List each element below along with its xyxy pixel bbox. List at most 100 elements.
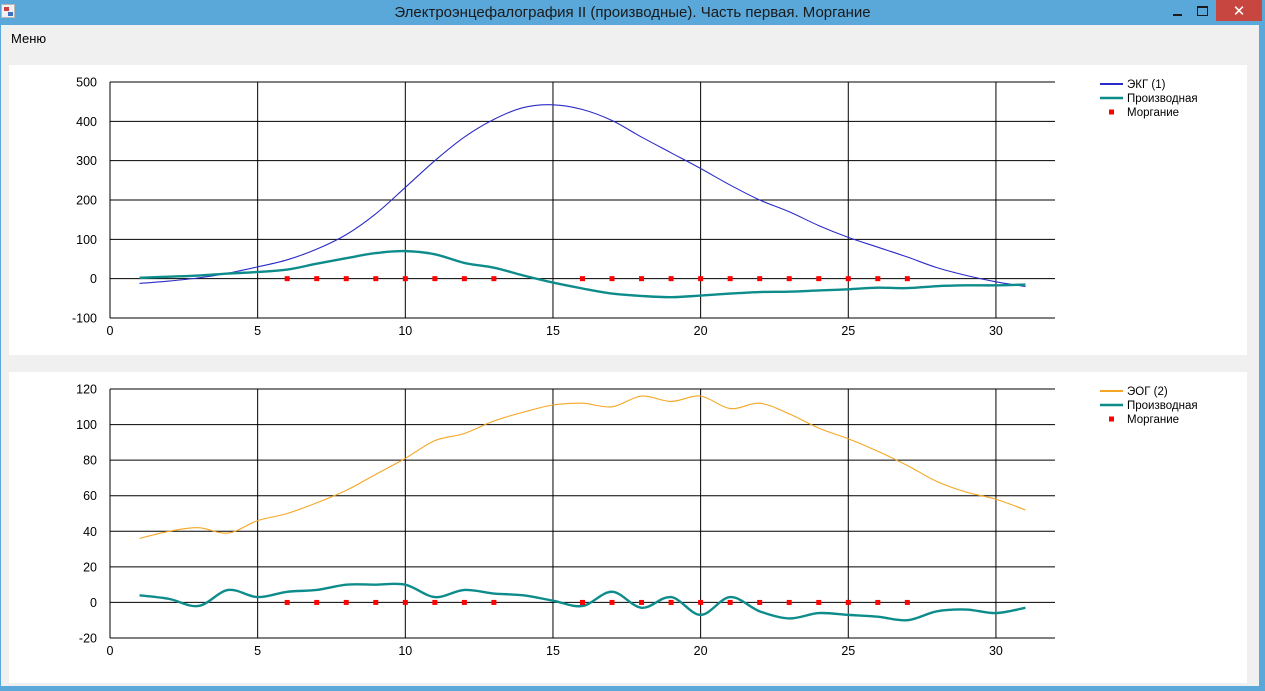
data-point (375, 474, 376, 475)
data-point (700, 614, 701, 615)
blink-marker (491, 276, 497, 282)
data-point (877, 616, 878, 617)
x-tick-label: 5 (254, 324, 261, 338)
blink-marker (432, 276, 438, 282)
data-point (139, 538, 140, 539)
data-point (198, 605, 199, 606)
close-icon: ✕ (1232, 2, 1246, 20)
data-point (405, 458, 406, 459)
blink-marker (432, 599, 438, 605)
data-point (700, 295, 701, 296)
data-point (228, 589, 229, 590)
close-button[interactable]: ✕ (1216, 0, 1262, 21)
data-point (759, 292, 760, 293)
data-point (759, 200, 760, 201)
menu-bar: Меню (1, 25, 1259, 51)
x-tick-label: 20 (694, 644, 708, 658)
blink-marker (668, 599, 674, 605)
data-point (316, 502, 317, 503)
blink-marker (461, 276, 467, 282)
data-point (671, 597, 672, 598)
blink-marker (402, 599, 408, 605)
x-tick-label: 0 (107, 324, 114, 338)
data-point (877, 247, 878, 248)
data-point (641, 137, 642, 138)
data-point (582, 403, 583, 404)
blink-marker (639, 599, 645, 605)
blink-marker (698, 599, 704, 605)
y-tick-label: 0 (90, 272, 97, 286)
legend-marker (1109, 109, 1114, 115)
data-point (493, 119, 494, 120)
data-point (169, 276, 170, 277)
blink-marker (609, 599, 615, 605)
data-point (612, 120, 613, 121)
y-tick-label: 400 (76, 115, 97, 129)
data-point (789, 211, 790, 212)
data-point (936, 481, 937, 482)
data-point (671, 401, 672, 402)
x-tick-label: 30 (989, 644, 1003, 658)
data-point (464, 137, 465, 138)
data-point (434, 597, 435, 598)
y-tick-label: 20 (83, 560, 97, 574)
blink-marker (402, 276, 408, 282)
data-point (907, 465, 908, 466)
data-point (1025, 607, 1026, 608)
data-point (257, 266, 258, 267)
data-point (257, 520, 258, 521)
blink-marker (284, 599, 290, 605)
data-point (493, 421, 494, 422)
data-point (493, 593, 494, 594)
blink-marker (845, 276, 851, 282)
data-point (346, 490, 347, 491)
data-point (995, 499, 996, 500)
data-point (848, 289, 849, 290)
blink-marker (639, 276, 645, 282)
data-point (671, 152, 672, 153)
minimize-button[interactable] (1164, 0, 1190, 21)
data-point (228, 533, 229, 534)
data-point (730, 597, 731, 598)
y-tick-label: 200 (76, 194, 97, 208)
y-tick-label: 80 (83, 454, 97, 468)
data-point (818, 225, 819, 226)
data-point (966, 285, 967, 286)
menu-item-menu[interactable]: Меню (4, 29, 53, 48)
data-point (641, 396, 642, 397)
data-point (907, 620, 908, 621)
data-point (907, 288, 908, 289)
blink-marker (284, 276, 290, 282)
data-point (936, 286, 937, 287)
data-point (139, 277, 140, 278)
y-tick-label: 100 (76, 418, 97, 432)
data-point (907, 257, 908, 258)
data-point (405, 187, 406, 188)
data-point (316, 249, 317, 250)
data-point (169, 598, 170, 599)
data-point (552, 282, 553, 283)
data-point (552, 104, 553, 105)
blink-marker (343, 276, 349, 282)
y-tick-label: 100 (76, 233, 97, 247)
data-point (493, 267, 494, 268)
blink-marker (757, 276, 763, 282)
data-point (641, 295, 642, 296)
x-tick-label: 10 (398, 324, 412, 338)
data-point (936, 611, 937, 612)
x-tick-label: 15 (546, 324, 560, 338)
x-tick-label: 10 (398, 644, 412, 658)
data-point (434, 160, 435, 161)
data-point (730, 185, 731, 186)
data-point (257, 597, 258, 598)
data-point (995, 285, 996, 286)
blink-marker (609, 276, 615, 282)
blink-marker (698, 276, 704, 282)
data-point (405, 251, 406, 252)
blink-marker (373, 599, 379, 605)
blink-marker (314, 276, 320, 282)
maximize-button[interactable] (1190, 0, 1215, 21)
data-point (789, 291, 790, 292)
y-tick-label: 60 (83, 489, 97, 503)
data-point (995, 613, 996, 614)
